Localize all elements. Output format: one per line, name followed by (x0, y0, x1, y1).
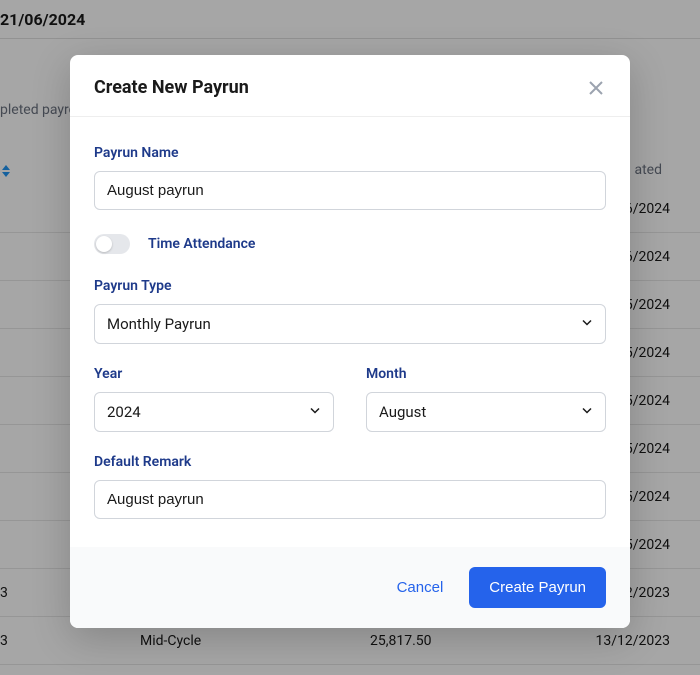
create-payrun-button[interactable]: Create Payrun (469, 567, 606, 608)
payrun-type-group: Payrun Type Monthly Payrun (94, 278, 606, 344)
year-select[interactable]: 2024 (94, 392, 334, 432)
year-group: Year 2024 (94, 366, 334, 432)
close-icon (586, 78, 606, 98)
time-attendance-toggle[interactable] (94, 234, 130, 254)
create-payrun-modal: Create New Payrun Payrun Name Time Atten… (70, 55, 630, 628)
payrun-type-label: Payrun Type (94, 278, 606, 294)
default-remark-input[interactable] (94, 480, 606, 519)
month-label: Month (366, 366, 606, 382)
year-month-row: Year 2024 Month August (94, 366, 606, 432)
payrun-type-select[interactable]: Monthly Payrun (94, 304, 606, 344)
payrun-name-input[interactable] (94, 171, 606, 210)
cancel-button[interactable]: Cancel (389, 569, 452, 606)
default-remark-label: Default Remark (94, 454, 606, 470)
year-label: Year (94, 366, 334, 382)
time-attendance-label: Time Attendance (148, 236, 255, 252)
time-attendance-group: Time Attendance (94, 234, 606, 254)
modal-footer: Cancel Create Payrun (70, 547, 630, 628)
payrun-name-group: Payrun Name (94, 145, 606, 210)
modal-body: Payrun Name Time Attendance Payrun Type … (70, 117, 630, 547)
toggle-knob (96, 236, 112, 252)
month-select[interactable]: August (366, 392, 606, 432)
modal-header: Create New Payrun (70, 55, 630, 117)
close-button[interactable] (586, 78, 606, 98)
default-remark-group: Default Remark (94, 454, 606, 519)
month-group: Month August (366, 366, 606, 432)
payrun-name-label: Payrun Name (94, 145, 606, 161)
modal-title: Create New Payrun (94, 77, 249, 98)
